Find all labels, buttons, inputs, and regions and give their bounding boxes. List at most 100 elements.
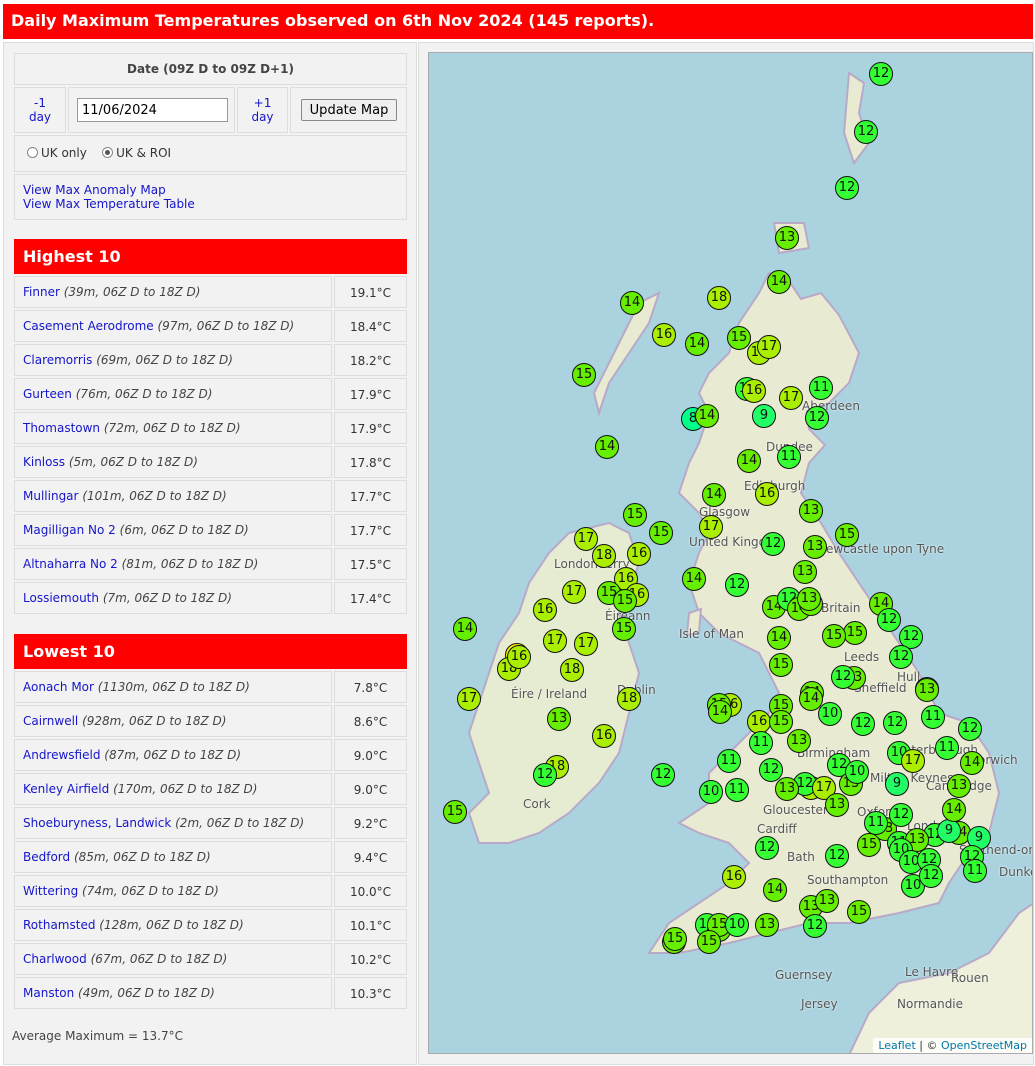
temperature-marker[interactable]: 14: [453, 617, 477, 641]
temperature-marker[interactable]: 13: [803, 535, 827, 559]
temperature-marker[interactable]: 11: [864, 811, 888, 835]
temperature-marker[interactable]: 13: [775, 226, 799, 250]
temperature-marker[interactable]: 12: [958, 717, 982, 741]
station-link[interactable]: Wittering: [23, 884, 78, 898]
temperature-marker[interactable]: 18: [707, 286, 731, 310]
temperature-marker[interactable]: 9: [937, 819, 961, 843]
station-link[interactable]: Cairnwell: [23, 714, 78, 728]
temperature-marker[interactable]: 12: [725, 573, 749, 597]
temperature-marker[interactable]: 12: [877, 608, 901, 632]
next-day-link[interactable]: +1 day: [250, 96, 276, 124]
temperature-marker[interactable]: 12: [854, 120, 878, 144]
radio-uk-only[interactable]: [27, 147, 38, 158]
temperature-marker[interactable]: 15: [697, 930, 721, 954]
station-link[interactable]: Rothamsted: [23, 918, 95, 932]
temperature-marker[interactable]: 17: [574, 632, 598, 656]
temperature-marker[interactable]: 18: [617, 687, 641, 711]
temperature-map[interactable]: AberdeenDundeeEdinburghGlasgowUnited Kin…: [428, 52, 1033, 1054]
temperature-marker[interactable]: 15: [623, 503, 647, 527]
temperature-marker[interactable]: 10: [818, 702, 842, 726]
temperature-marker[interactable]: 15: [857, 833, 881, 857]
temperature-marker[interactable]: 10: [725, 913, 749, 937]
temperature-marker[interactable]: 14: [767, 626, 791, 650]
temperature-marker[interactable]: 15: [843, 621, 867, 645]
temperature-marker[interactable]: 14: [737, 449, 761, 473]
temperature-marker[interactable]: 16: [652, 323, 676, 347]
temperature-marker[interactable]: 15: [649, 521, 673, 545]
temperature-marker[interactable]: 14: [595, 435, 619, 459]
station-link[interactable]: Kenley Airfield: [23, 782, 109, 796]
temperature-marker[interactable]: 12: [755, 836, 779, 860]
temperature-marker[interactable]: 12: [889, 803, 913, 827]
region-option-uk-only[interactable]: UK only: [27, 146, 87, 160]
temperature-marker[interactable]: 16: [592, 724, 616, 748]
temperature-marker[interactable]: 9: [885, 772, 909, 796]
temperature-marker[interactable]: 12: [883, 711, 907, 735]
temperature-marker[interactable]: 13: [793, 560, 817, 584]
temperature-marker[interactable]: 16: [627, 542, 651, 566]
temperature-marker[interactable]: 17: [779, 386, 803, 410]
temperature-marker[interactable]: 12: [761, 532, 785, 556]
station-link[interactable]: Thomastown: [23, 421, 100, 435]
temperature-marker[interactable]: 12: [889, 645, 913, 669]
temperature-marker[interactable]: 11: [935, 736, 959, 760]
temperature-marker[interactable]: 12: [533, 763, 557, 787]
date-input[interactable]: [77, 98, 228, 122]
temperature-marker[interactable]: 15: [769, 653, 793, 677]
anomaly-map-link[interactable]: View Max Anomaly Map: [23, 183, 166, 197]
radio-uk-roi[interactable]: [102, 147, 114, 158]
temperature-marker[interactable]: 16: [722, 865, 746, 889]
temperature-marker[interactable]: 16: [742, 379, 766, 403]
temperature-marker[interactable]: 12: [825, 844, 849, 868]
temperature-marker[interactable]: 12: [869, 62, 893, 86]
temperature-marker[interactable]: 14: [620, 291, 644, 315]
station-link[interactable]: Aonach Mor: [23, 680, 94, 694]
prev-day-link[interactable]: -1 day: [27, 96, 53, 124]
station-link[interactable]: Kinloss: [23, 455, 65, 469]
station-link[interactable]: Charlwood: [23, 952, 87, 966]
temperature-marker[interactable]: 9: [752, 404, 776, 428]
station-link[interactable]: Mullingar: [23, 489, 78, 503]
temperature-marker[interactable]: 11: [963, 859, 987, 883]
temperature-marker[interactable]: 15: [613, 589, 637, 613]
leaflet-link[interactable]: Leaflet: [878, 1039, 915, 1052]
temperature-marker[interactable]: 13: [815, 889, 839, 913]
station-link[interactable]: Magilligan No 2: [23, 523, 116, 537]
temperature-marker[interactable]: 14: [767, 270, 791, 294]
temperature-marker[interactable]: 12: [919, 864, 943, 888]
temperature-marker[interactable]: 18: [560, 658, 584, 682]
update-map-button[interactable]: Update Map: [301, 99, 397, 121]
temperature-marker[interactable]: 14: [702, 483, 726, 507]
temperature-marker[interactable]: 12: [851, 712, 875, 736]
temperature-marker[interactable]: 15: [822, 624, 846, 648]
temperature-marker[interactable]: 16: [507, 645, 531, 669]
temperature-marker[interactable]: 11: [725, 778, 749, 802]
station-link[interactable]: Casement Aerodrome: [23, 319, 154, 333]
openstreetmap-link[interactable]: OpenStreetMap: [941, 1039, 1027, 1052]
temperature-marker[interactable]: 12: [803, 914, 827, 938]
temperature-marker[interactable]: 16: [533, 598, 557, 622]
station-link[interactable]: Claremorris: [23, 353, 92, 367]
temperature-marker[interactable]: 17: [543, 629, 567, 653]
temperature-marker[interactable]: 12: [835, 176, 859, 200]
temperature-marker[interactable]: 13: [547, 707, 571, 731]
temperature-marker[interactable]: 14: [685, 332, 709, 356]
temperature-marker[interactable]: 12: [651, 763, 675, 787]
temperature-marker[interactable]: 14: [763, 878, 787, 902]
temperature-marker[interactable]: 13: [787, 729, 811, 753]
temperature-marker[interactable]: 17: [757, 335, 781, 359]
temperature-marker[interactable]: 12: [805, 406, 829, 430]
temperature-marker[interactable]: 14: [695, 404, 719, 428]
temperature-marker[interactable]: 15: [443, 800, 467, 824]
temperature-marker[interactable]: 13: [775, 777, 799, 801]
temperature-marker[interactable]: 11: [749, 731, 773, 755]
temperature-marker[interactable]: 18: [592, 544, 616, 568]
temperature-marker[interactable]: 15: [663, 927, 687, 951]
temperature-marker[interactable]: 15: [769, 710, 793, 734]
temperature-marker[interactable]: 10: [699, 780, 723, 804]
temperature-marker[interactable]: 13: [755, 913, 779, 937]
temperature-marker[interactable]: 11: [809, 376, 833, 400]
temperature-marker[interactable]: 13: [799, 499, 823, 523]
temperature-table-link[interactable]: View Max Temperature Table: [23, 197, 195, 211]
temperature-marker[interactable]: 14: [708, 700, 732, 724]
